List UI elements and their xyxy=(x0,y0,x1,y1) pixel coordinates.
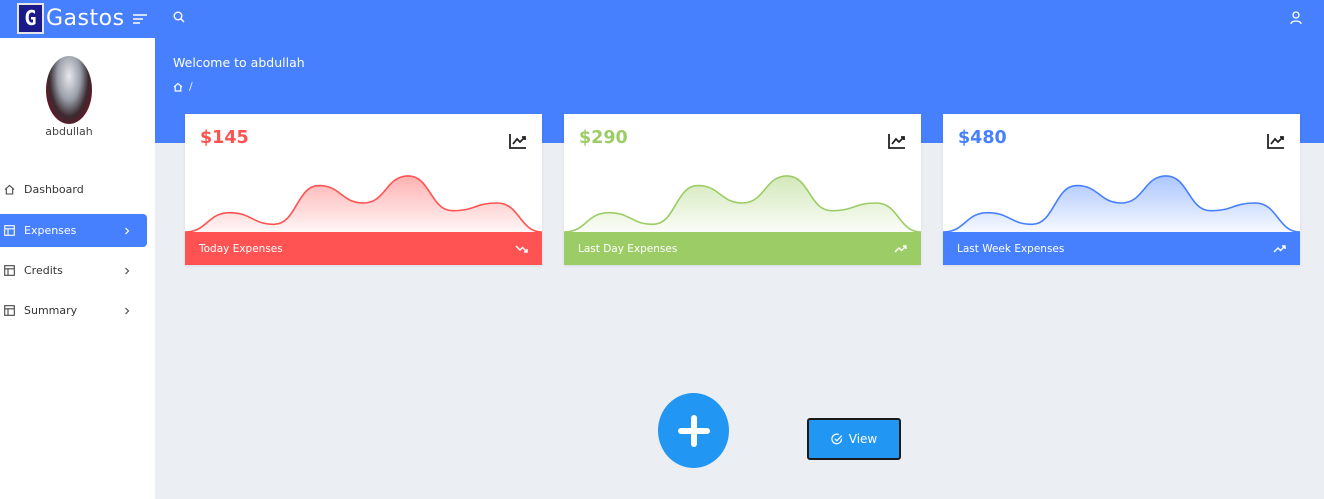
view-button[interactable]: View xyxy=(807,418,901,460)
top-bar: G Gastos xyxy=(0,0,1324,38)
sidebar-item-expenses[interactable]: Expenses xyxy=(0,214,147,247)
sparkline-chart xyxy=(564,175,921,232)
sidebar-item-label: Summary xyxy=(24,304,78,317)
sparkline-chart xyxy=(943,175,1300,232)
card-footer: Last Day Expenses xyxy=(564,232,921,265)
plus-icon xyxy=(677,414,710,447)
chevron-right-icon xyxy=(125,267,130,274)
sidebar: abdullah Dashboard Expenses Credits Summ… xyxy=(0,38,155,499)
chart-line-icon[interactable] xyxy=(888,133,906,149)
chevron-right-icon xyxy=(125,227,130,234)
layout-icon xyxy=(4,225,15,236)
card-amount: $290 xyxy=(579,128,628,148)
chevron-right-icon xyxy=(125,307,130,314)
sidebar-item-label: Credits xyxy=(24,264,63,277)
breadcrumb-separator: / xyxy=(189,80,193,93)
sparkline-chart xyxy=(185,175,542,232)
sidebar-item-label: Expenses xyxy=(24,224,77,237)
menu-toggle-icon[interactable] xyxy=(133,12,147,26)
chart-line-icon[interactable] xyxy=(1267,133,1285,149)
layout-icon xyxy=(4,305,15,316)
trending-down-icon xyxy=(515,245,528,253)
app-name: Gastos xyxy=(46,5,125,31)
card-label: Last Day Expenses xyxy=(578,242,678,255)
sidebar-item-dashboard[interactable]: Dashboard xyxy=(0,173,147,206)
sidebar-item-credits[interactable]: Credits xyxy=(0,254,147,287)
page-title: Welcome to abdullah xyxy=(173,55,305,70)
trending-up-icon xyxy=(894,244,907,252)
home-icon xyxy=(4,184,15,195)
search-icon[interactable] xyxy=(173,11,185,23)
user-name: abdullah xyxy=(45,125,93,138)
add-expense-button[interactable] xyxy=(658,393,729,468)
card-label: Today Expenses xyxy=(199,242,283,255)
card-footer: Last Week Expenses xyxy=(943,232,1300,265)
home-icon[interactable] xyxy=(173,82,183,92)
sidebar-item-summary[interactable]: Summary xyxy=(0,294,147,327)
card-amount: $480 xyxy=(958,128,1007,148)
view-button-label: View xyxy=(848,432,878,446)
card-footer: Today Expenses xyxy=(185,232,542,265)
app-logo[interactable]: G Gastos xyxy=(17,2,125,34)
card-last-day-expenses: $290 Last Day Expenses xyxy=(564,114,921,265)
trending-up-icon xyxy=(1273,244,1286,252)
card-today-expenses: $145 Today Expenses xyxy=(185,114,542,265)
card-amount: $145 xyxy=(200,128,249,148)
avatar[interactable] xyxy=(46,56,92,124)
card-label: Last Week Expenses xyxy=(957,242,1065,255)
layout-icon xyxy=(4,265,15,276)
sidebar-item-label: Dashboard xyxy=(24,183,84,196)
logo-mark: G xyxy=(17,2,44,34)
user-icon[interactable] xyxy=(1290,11,1302,25)
chart-line-icon[interactable] xyxy=(509,133,527,149)
breadcrumb: / xyxy=(173,80,193,93)
check-circle-icon xyxy=(831,433,842,445)
card-last-week-expenses: $480 Last Week Expenses xyxy=(943,114,1300,265)
